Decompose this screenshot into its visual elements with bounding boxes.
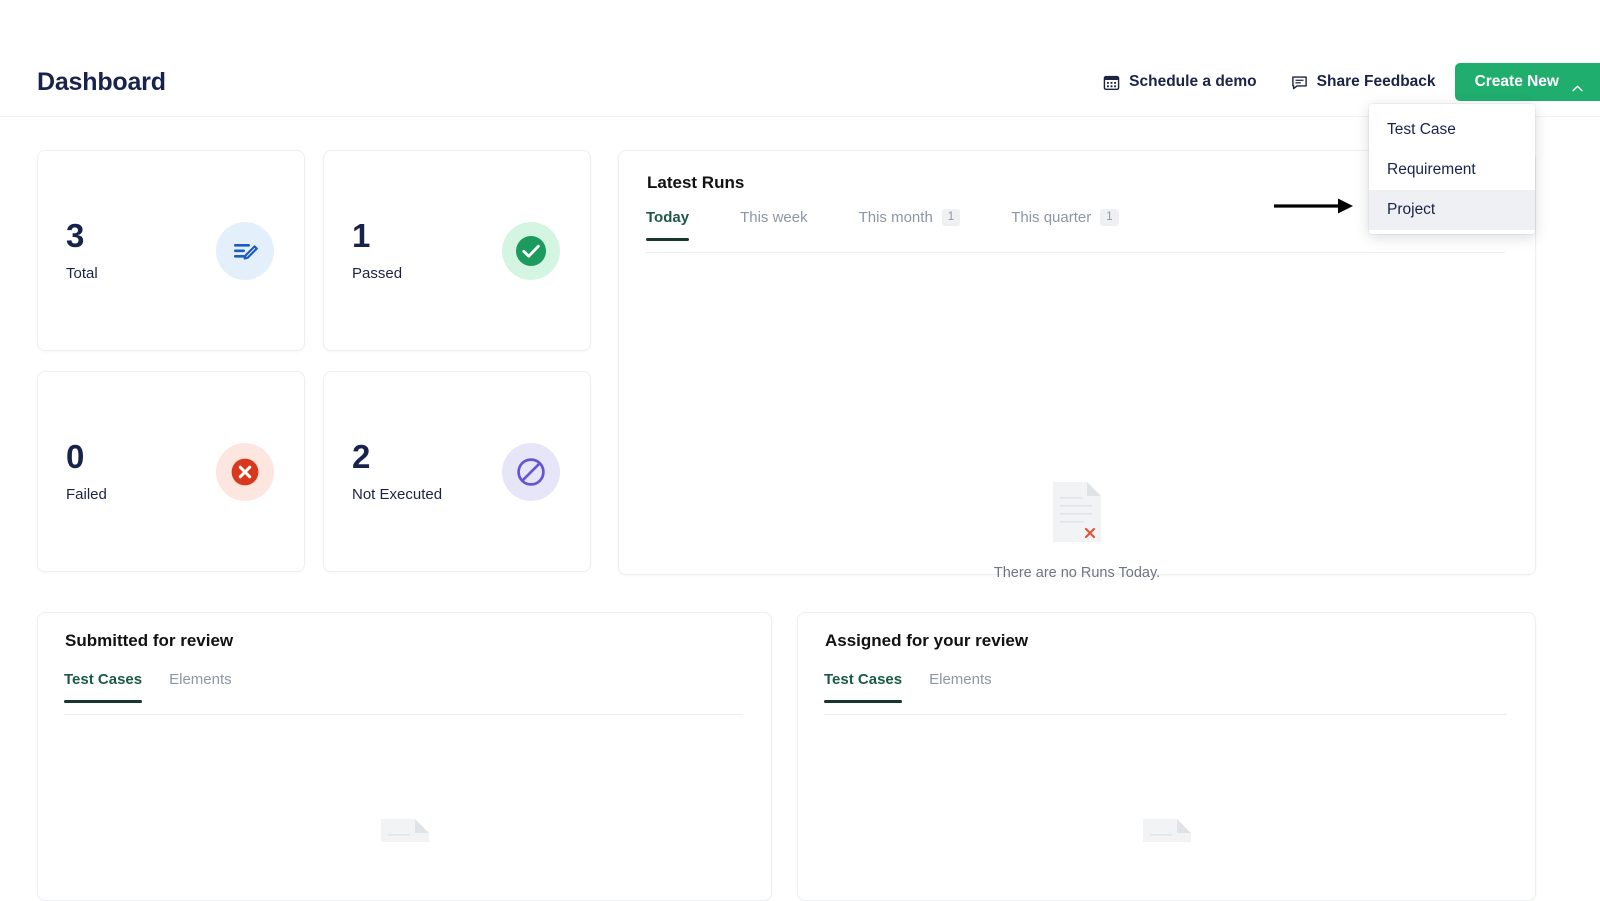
document-error-icon — [1141, 818, 1193, 842]
tab-this-quarter[interactable]: This quarter 1 — [1011, 209, 1119, 240]
tab-label: Elements — [929, 671, 992, 688]
assigned-for-review-panel: Assigned for your review Test Cases Elem… — [797, 612, 1536, 901]
document-edit-icon — [216, 221, 274, 280]
dropdown-item-label: Project — [1387, 201, 1436, 218]
tab-badge: 1 — [941, 209, 961, 226]
share-feedback-button[interactable]: Share Feedback — [1291, 73, 1436, 91]
stat-value: 1 — [352, 217, 371, 254]
assigned-panel-title: Assigned for your review — [825, 631, 1029, 650]
stat-value: 0 — [66, 438, 85, 475]
tab-badge: 1 — [1100, 209, 1119, 226]
calendar-icon — [1103, 74, 1120, 91]
stat-card-failed[interactable]: 0 Failed — [37, 371, 305, 572]
tab-this-week[interactable]: This week — [740, 209, 808, 240]
schedule-demo-label: Schedule a demo — [1129, 73, 1257, 90]
tab-label: Today — [646, 209, 690, 226]
tab-test-cases[interactable]: Test Cases — [64, 671, 143, 703]
latest-runs-empty-state: There are no Runs Today. — [619, 481, 1535, 581]
stat-label: Passed — [352, 265, 403, 282]
create-new-label: Create New — [1474, 73, 1559, 90]
app-header: Dashboard Schedule a demo Share Feedback… — [0, 0, 1600, 117]
assigned-panel-empty-state — [798, 818, 1535, 842]
submitted-for-review-panel: Submitted for review Test Cases Elements — [37, 612, 772, 901]
tab-elements[interactable]: Elements — [169, 671, 232, 702]
create-new-button[interactable]: Create New — [1454, 63, 1600, 101]
document-error-icon — [1051, 481, 1103, 543]
document-error-icon — [379, 818, 431, 842]
stat-card-passed[interactable]: 1 Passed — [323, 150, 591, 351]
dropdown-item-label: Test Case — [1387, 121, 1456, 138]
dropdown-item-requirement[interactable]: Requirement — [1369, 150, 1535, 190]
dropdown-item-label: Requirement — [1387, 161, 1476, 178]
submitted-panel-empty-state — [38, 818, 771, 842]
no-entry-icon — [502, 442, 560, 501]
share-feedback-label: Share Feedback — [1316, 73, 1436, 90]
chevron-up-icon — [1572, 79, 1583, 91]
schedule-demo-button[interactable]: Schedule a demo — [1103, 73, 1257, 91]
create-new-dropdown-menu: Test Case Requirement Project — [1369, 104, 1535, 234]
dashboard-page: Dashboard Schedule a demo Share Feedback… — [0, 0, 1600, 901]
tab-label: This quarter — [1011, 209, 1092, 226]
comment-icon — [1291, 74, 1308, 91]
tab-label: This week — [740, 209, 808, 226]
stat-text: 3 Total — [66, 219, 98, 282]
dropdown-item-test-case[interactable]: Test Case — [1369, 110, 1535, 150]
tab-label: Elements — [169, 671, 232, 688]
header-actions: Schedule a demo Share Feedback Create Ne… — [1103, 63, 1600, 101]
stat-card-total[interactable]: 3 Total — [37, 150, 305, 351]
stat-text: 0 Failed — [66, 440, 107, 503]
tab-label: This month — [858, 209, 933, 226]
stat-label: Failed — [66, 486, 107, 503]
stat-card-not-executed[interactable]: 2 Not Executed — [323, 371, 591, 572]
check-circle-icon — [502, 221, 560, 280]
tab-this-month[interactable]: This month 1 — [859, 209, 961, 240]
tab-label: Test Cases — [64, 671, 143, 688]
page-title: Dashboard — [37, 68, 166, 96]
stat-label: Not Executed — [352, 486, 443, 503]
tab-label: Test Cases — [824, 671, 903, 688]
dropdown-item-project[interactable]: Project — [1369, 190, 1535, 230]
latest-runs-title: Latest Runs — [647, 173, 745, 192]
right-arrow-annotation — [1274, 197, 1354, 215]
submitted-panel-tabs: Test Cases Elements — [64, 671, 743, 715]
latest-runs-empty-text: There are no Runs Today. — [993, 565, 1161, 581]
stat-value: 2 — [352, 438, 371, 475]
tab-elements[interactable]: Elements — [929, 671, 992, 702]
x-circle-icon — [216, 442, 274, 501]
submitted-panel-title: Submitted for review — [65, 631, 234, 650]
assigned-panel-tabs: Test Cases Elements — [824, 671, 1507, 715]
stat-text: 2 Not Executed — [352, 440, 442, 503]
stat-value: 3 — [66, 217, 85, 254]
tab-test-cases[interactable]: Test Cases — [824, 671, 903, 703]
stat-text: 1 Passed — [352, 219, 402, 282]
stat-label: Total — [66, 265, 98, 282]
tab-today[interactable]: Today — [646, 209, 690, 241]
